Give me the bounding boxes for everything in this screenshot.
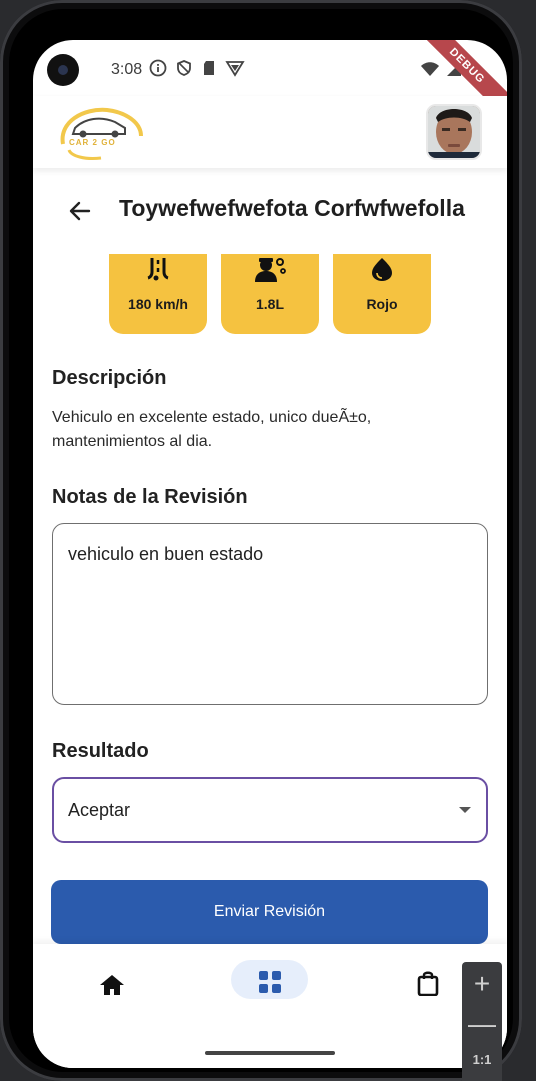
notes-heading: Notas de la Revisión — [52, 486, 248, 508]
submit-review-button[interactable]: Enviar Revisión — [51, 880, 488, 944]
phone-frame: 3:08 DEBUG CAR 2 GO Toywefwefwefota Corf… — [0, 0, 522, 1081]
status-time: 3:08 — [111, 61, 143, 78]
review-notes-textarea[interactable]: vehiculo en buen estado — [52, 523, 488, 705]
info-icon — [149, 59, 167, 77]
status-notification-icons — [149, 59, 245, 77]
result-dropdown[interactable]: Aceptar — [52, 777, 488, 843]
shopping-bag-icon[interactable] — [416, 970, 440, 996]
phone-bezel: 3:08 DEBUG CAR 2 GO Toywefwefwefota Corf… — [9, 9, 513, 1072]
spec-card-engine: 1.8L — [221, 254, 319, 334]
description-text: Vehiculo en excelente estado, unico dueÃ… — [52, 409, 372, 450]
bottom-navigation — [33, 944, 507, 1068]
page-title: Toywefwefwefota Corfwfwefolla — [119, 195, 465, 221]
wifi-icon — [421, 62, 439, 76]
vpn-icon — [225, 61, 245, 77]
back-arrow-icon[interactable] — [67, 198, 93, 224]
app-screen: 3:08 DEBUG CAR 2 GO Toywefwefwefota Corf… — [33, 40, 507, 1068]
result-selected-value: Aceptar — [68, 799, 131, 820]
spec-speed-value: 180 km/h — [128, 296, 188, 312]
app-header: CAR 2 GO — [33, 96, 507, 168]
vehicle-spec-cards: 180 km/h 1.8L Rojo — [109, 254, 431, 334]
svg-text:CAR 2 GO: CAR 2 GO — [69, 138, 116, 147]
result-heading: Resultado — [52, 740, 149, 762]
color-drop-icon — [372, 258, 392, 281]
emulator-zoom-panel: + — 1:1 — [462, 962, 502, 1081]
user-avatar[interactable] — [426, 104, 482, 160]
description-heading: Descripción — [52, 367, 167, 389]
dropdown-arrow-icon — [459, 807, 471, 813]
engine-icon — [255, 258, 286, 282]
zoom-in-button[interactable]: + — [462, 968, 502, 1000]
spec-color-value: Rojo — [366, 296, 398, 312]
gesture-bar[interactable] — [205, 1051, 335, 1055]
front-camera — [47, 54, 79, 86]
zoom-out-button[interactable]: — — [462, 1008, 502, 1040]
spec-card-color: Rojo — [333, 254, 431, 334]
road-speed-icon — [147, 258, 169, 281]
shield-icon — [177, 60, 191, 76]
sd-card-icon — [204, 61, 214, 75]
dashboard-grid-icon[interactable] — [258, 970, 282, 994]
spec-card-speed: 180 km/h — [109, 254, 207, 334]
home-icon[interactable] — [99, 974, 125, 996]
car2go-logo[interactable]: CAR 2 GO — [55, 104, 145, 162]
spec-engine-value: 1.8L — [255, 296, 284, 312]
zoom-reset-button[interactable]: 1:1 — [462, 1052, 502, 1067]
